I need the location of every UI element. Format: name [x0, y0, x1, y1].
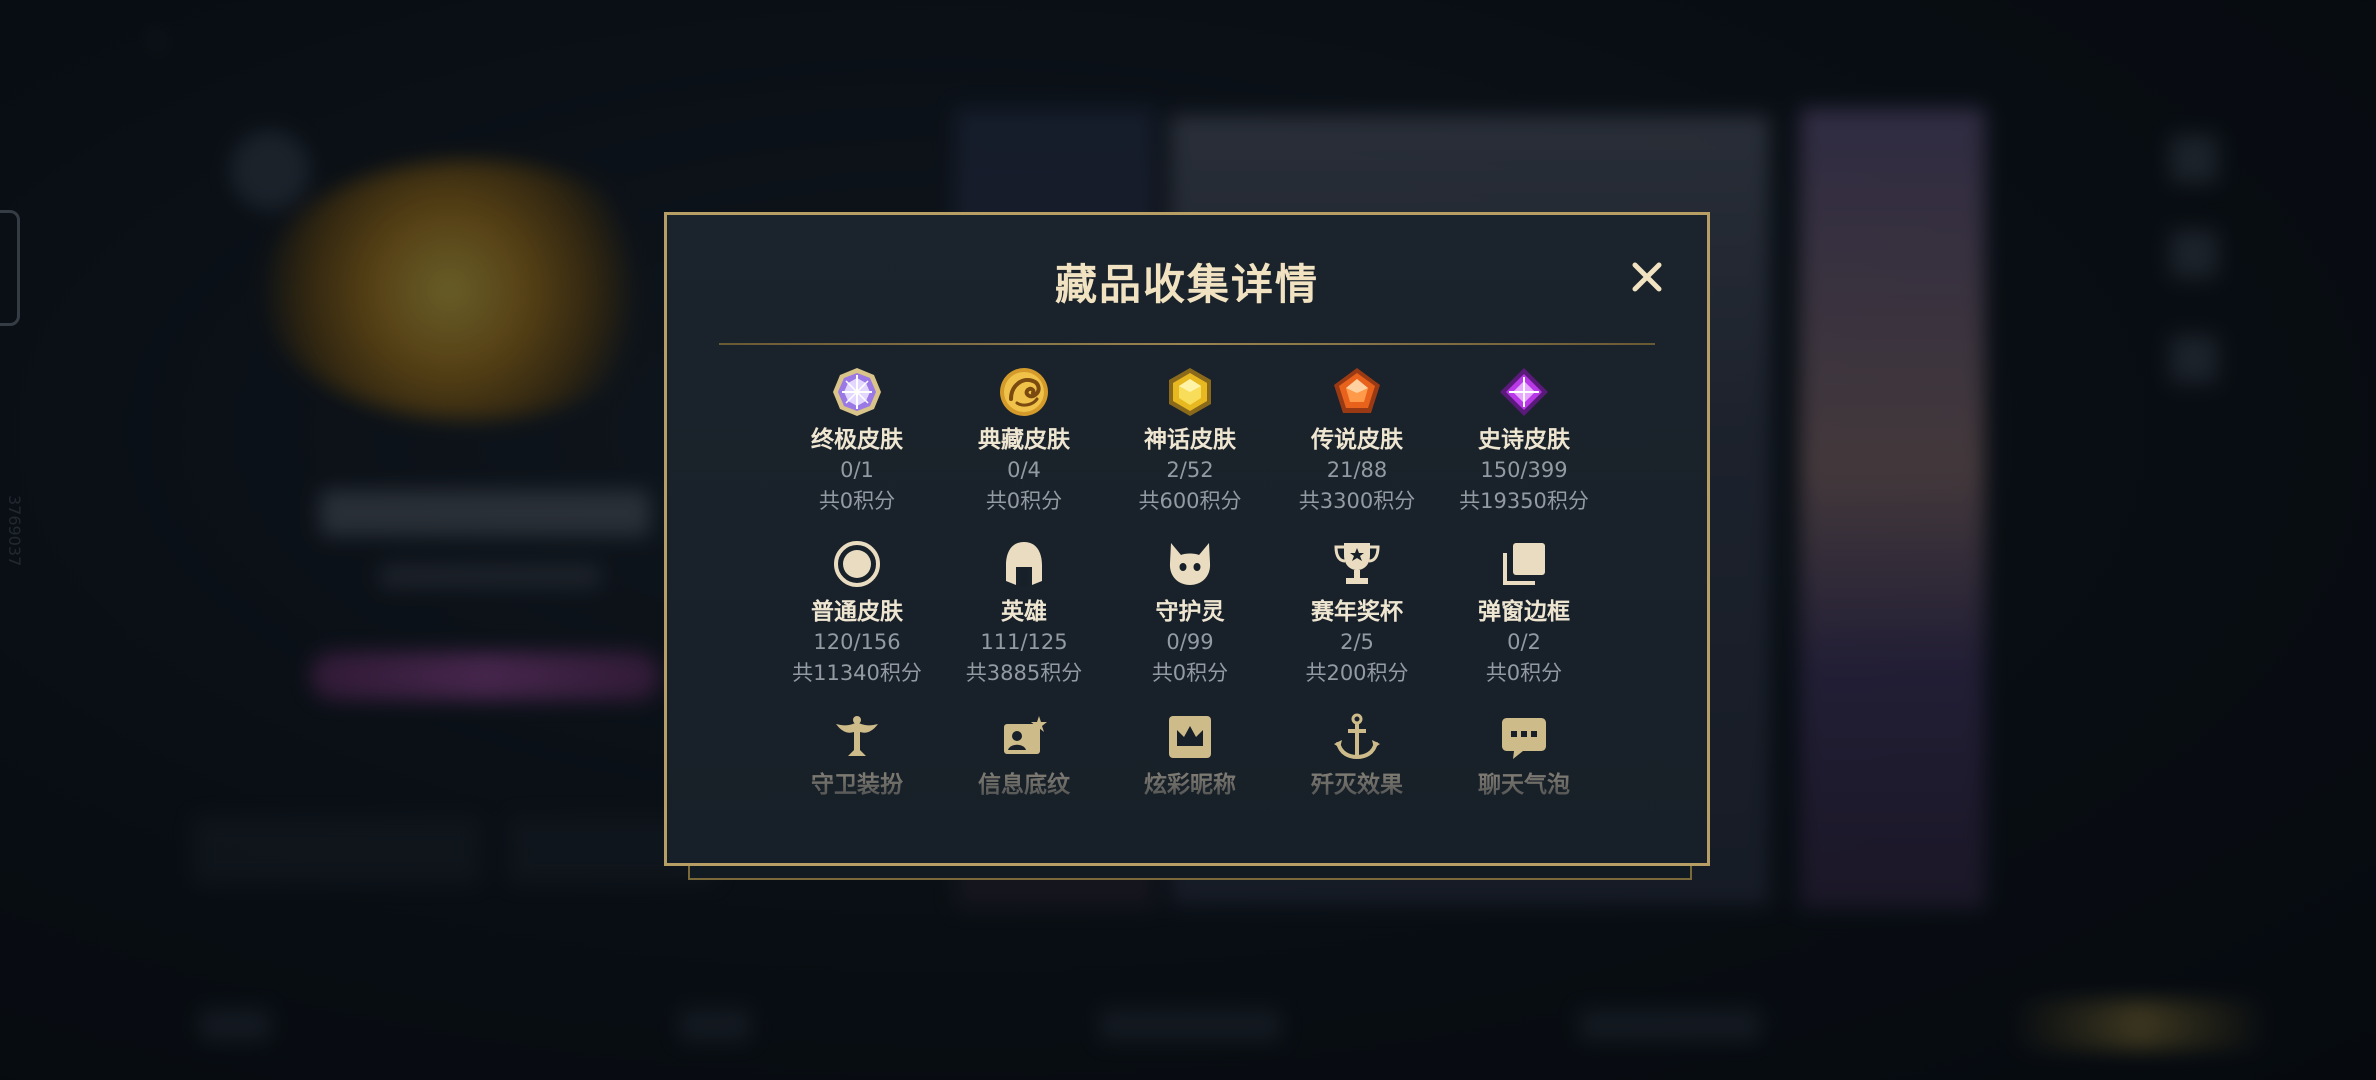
item-count: 0/4	[1007, 458, 1041, 482]
chat-bubble-icon	[1502, 718, 1546, 759]
close-button[interactable]	[1627, 257, 1667, 297]
helmet-icon	[1006, 542, 1042, 586]
normal-skin-icon	[834, 541, 880, 587]
close-icon	[1632, 262, 1662, 292]
item-label: 普通皮肤	[811, 599, 903, 625]
collection-item-epic-skin[interactable]: 史诗皮肤 150/399 共19350积分	[1434, 365, 1614, 517]
collection-item-ward-skin[interactable]: 守卫装扮	[767, 710, 947, 800]
collection-item-info-banner[interactable]: 信息底纹	[934, 710, 1114, 800]
popup-frame-icon	[1503, 543, 1545, 585]
modal-title: 藏品收集详情	[1054, 260, 1319, 309]
item-count: 120/156	[813, 630, 901, 654]
collection-item-guardian-spirit[interactable]: 守护灵 0/99 共0积分	[1100, 537, 1280, 689]
item-points: 共3300积分	[1298, 489, 1416, 513]
item-count: 111/125	[980, 630, 1068, 654]
crown-frame-icon	[1169, 716, 1211, 758]
item-label: 守护灵	[1155, 599, 1225, 625]
legendary-gem-icon	[1334, 368, 1380, 413]
item-count: 0/99	[1166, 630, 1214, 654]
item-points: 共200积分	[1305, 661, 1409, 685]
item-points: 共11340积分	[792, 661, 922, 685]
item-points: 共19350积分	[1459, 489, 1589, 513]
item-points: 共0积分	[1151, 661, 1229, 685]
item-label: 歼灭效果	[1311, 772, 1403, 798]
collection-item-hero[interactable]: 英雄 111/125 共3885积分	[934, 537, 1114, 689]
mythic-gem-icon	[1169, 368, 1211, 416]
item-points: 共3885积分	[965, 661, 1083, 685]
item-label: 炫彩昵称	[1144, 772, 1236, 798]
item-count: 0/1	[840, 458, 874, 482]
dragon-emblem-icon	[1000, 368, 1048, 416]
collection-item-colorful-nickname[interactable]: 炫彩昵称	[1100, 710, 1280, 800]
collection-item-mythic-skin[interactable]: 神话皮肤 2/52 共600积分	[1100, 365, 1280, 517]
collection-item-normal-skin[interactable]: 普通皮肤 120/156 共11340积分	[767, 537, 947, 689]
item-points: 共0积分	[818, 489, 896, 513]
item-label: 赛年奖杯	[1311, 599, 1403, 625]
item-label: 典藏皮肤	[978, 427, 1070, 453]
game-screen: ‹ 3769037 藏品收集详情 终极皮肤 0/1 共0积分 典藏皮肤 0/4 …	[0, 0, 2376, 1080]
collection-item-treasured-skin[interactable]: 典藏皮肤 0/4 共0积分	[934, 365, 1114, 517]
collection-item-ultimate-skin[interactable]: 终极皮肤 0/1 共0积分	[767, 365, 947, 517]
item-label: 信息底纹	[978, 772, 1070, 798]
item-points: 共600积分	[1138, 489, 1242, 513]
ward-icon	[836, 716, 878, 756]
trophy-icon	[1334, 543, 1380, 584]
item-label: 传说皮肤	[1311, 427, 1403, 453]
item-label: 神话皮肤	[1144, 427, 1236, 453]
profile-card-icon	[1004, 716, 1047, 754]
collection-item-annihilation-effect[interactable]: 歼灭效果	[1267, 710, 1447, 800]
item-count: 2/5	[1340, 630, 1374, 654]
item-count: 0/2	[1507, 630, 1541, 654]
ultimate-gem-icon	[833, 368, 881, 416]
collection-details-modal: 藏品收集详情 终极皮肤 0/1 共0积分 典藏皮肤 0/4 共0积分 神话皮肤 …	[664, 212, 1710, 866]
item-label: 终极皮肤	[811, 427, 903, 453]
item-points: 共0积分	[1485, 661, 1563, 685]
collection-item-chat-bubble[interactable]: 聊天气泡	[1434, 710, 1614, 800]
anchor-icon	[1334, 713, 1380, 760]
item-count: 21/88	[1326, 458, 1388, 482]
guardian-pet-icon	[1169, 543, 1211, 585]
item-label: 弹窗边框	[1478, 599, 1570, 625]
item-label: 聊天气泡	[1478, 772, 1570, 798]
item-label: 守卫装扮	[811, 772, 903, 798]
collection-item-popup-frame[interactable]: 弹窗边框 0/2 共0积分	[1434, 537, 1614, 689]
item-count: 150/399	[1480, 458, 1568, 482]
item-points: 共0积分	[985, 489, 1063, 513]
collection-item-legendary-skin[interactable]: 传说皮肤 21/88 共3300积分	[1267, 365, 1447, 517]
item-label: 英雄	[1001, 599, 1047, 625]
collection-item-season-trophy[interactable]: 赛年奖杯 2/5 共200积分	[1267, 537, 1447, 689]
item-count: 2/52	[1166, 458, 1214, 482]
item-label: 史诗皮肤	[1478, 427, 1570, 453]
epic-gem-icon	[1500, 368, 1548, 416]
title-divider	[719, 343, 1655, 345]
